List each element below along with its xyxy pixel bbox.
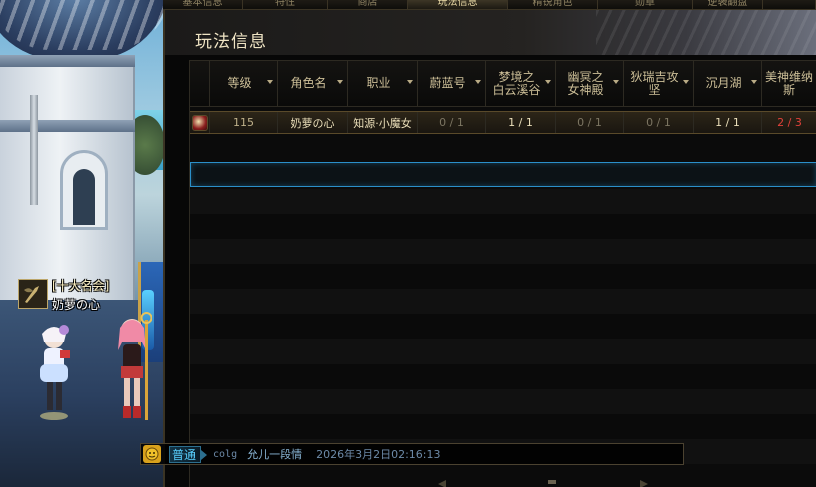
table-row-empty[interactable]	[190, 414, 816, 439]
tab-traits[interactable]: 特性	[243, 0, 328, 10]
table-row-selected[interactable]	[190, 162, 816, 187]
table-row-empty[interactable]	[190, 264, 816, 289]
tab-elite-character[interactable]: 精锐角色	[508, 0, 598, 10]
col-name[interactable]: 角色名	[278, 61, 348, 107]
col-venus[interactable]: 美神维纳 斯	[762, 61, 816, 107]
scene-dome-stripes	[0, 0, 170, 50]
next-page-icon[interactable]	[640, 480, 648, 487]
panel-title: 玩法信息	[195, 32, 267, 52]
col-dreamland[interactable]: 梦境之 白云溪谷	[486, 61, 556, 107]
chat-channel-tag[interactable]: 普通	[169, 445, 208, 463]
npc-character-sprite[interactable]	[112, 310, 152, 422]
player-name[interactable]: 奶萝の心	[52, 296, 100, 313]
guild-name: [十大名会]	[52, 279, 110, 293]
col-icon	[190, 61, 210, 107]
top-tab-bar: 基本信息 特性 商店 玩法信息 精锐角色 勋章 逆袭翻盘	[163, 0, 816, 10]
game-scene[interactable]: [十大名会] 奶萝の心	[0, 0, 170, 487]
sort-arrow-icon	[751, 80, 757, 84]
sort-arrow-icon	[545, 80, 551, 84]
table-row[interactable]: 115 奶萝の心 知源·小魔女 0 / 1 1 / 1 0 / 1 0 / 1 …	[190, 111, 816, 134]
sort-arrow-icon	[683, 80, 689, 84]
tab-comeback[interactable]: 逆袭翻盘	[693, 0, 763, 10]
cell-name: 奶萝の心	[278, 112, 348, 133]
cell-venus: 2 / 3	[777, 116, 802, 129]
chat-username[interactable]: colg	[213, 449, 237, 460]
col-dirige[interactable]: 狄瑞吉攻 坚	[624, 61, 694, 107]
prev-page-icon[interactable]	[438, 480, 446, 487]
sort-arrow-icon	[267, 80, 273, 84]
panel-header: 玩法信息	[165, 10, 816, 55]
tower-band-middle	[0, 120, 135, 132]
sort-arrow-icon	[407, 80, 413, 84]
table-row-empty[interactable]	[190, 314, 816, 339]
cell-job: 知源·小魔女	[348, 112, 418, 133]
tab-filler	[763, 0, 816, 10]
player-character-sprite[interactable]	[36, 320, 72, 420]
table-row-empty[interactable]	[190, 189, 816, 214]
tab-gameplay-info[interactable]: 玩法信息	[408, 0, 508, 10]
col-level[interactable]: 等级	[210, 61, 278, 107]
col-goddess-temple[interactable]: 幽冥之 女神殿	[556, 61, 624, 107]
cell-dreamland: 1 / 1	[486, 112, 556, 133]
table-row-empty[interactable]	[190, 289, 816, 314]
page-up-icon[interactable]	[548, 480, 556, 484]
col-job[interactable]: 职业	[348, 61, 418, 107]
chat-message-bar[interactable]: 普通 colg 允儿一段情 2026年3月2日02:16:13	[140, 443, 684, 465]
tower-pipe	[30, 95, 38, 205]
tower-window	[60, 150, 108, 230]
table-row-empty[interactable]	[190, 239, 816, 264]
cell-level: 115	[210, 112, 278, 133]
pagination-arrows	[430, 480, 670, 487]
cell-moon-lake: 1 / 1	[694, 112, 762, 133]
table-row-empty[interactable]	[190, 214, 816, 239]
col-azure[interactable]: 蔚蓝号	[418, 61, 486, 107]
cell-dirige: 0 / 1	[624, 112, 694, 133]
table-header: 等级 角色名 职业 蔚蓝号 梦境之 白云溪谷 幽冥之 女神殿 狄瑞吉攻 坚 沉月…	[190, 61, 816, 107]
cell-goddess-temple: 0 / 1	[556, 112, 624, 133]
tower-band-top	[0, 55, 135, 67]
chat-message-text: 允儿一段情	[247, 448, 303, 461]
character-portrait-icon	[191, 114, 208, 131]
tab-shop[interactable]: 商店	[328, 0, 408, 10]
table-row-empty[interactable]	[190, 364, 816, 389]
sort-arrow-icon	[613, 80, 619, 84]
sort-arrow-icon	[337, 80, 343, 84]
gameplay-table: 等级 角色名 职业 蔚蓝号 梦境之 白云溪谷 幽冥之 女神殿 狄瑞吉攻 坚 沉月…	[189, 60, 816, 487]
gameplay-info-panel: 玩法信息 等级 角色名 职业 蔚蓝号 梦境之 白云溪谷 幽冥之 女神殿 狄瑞吉攻…	[163, 10, 816, 487]
table-row-empty[interactable]	[190, 389, 816, 414]
tab-medals[interactable]: 勋章	[598, 0, 693, 10]
col-moon-lake[interactable]: 沉月湖	[694, 61, 762, 107]
chat-timestamp: 2026年3月2日02:16:13	[316, 448, 441, 461]
chat-emoji-icon[interactable]	[143, 445, 161, 463]
table-row-empty[interactable]	[190, 339, 816, 364]
cell-azure: 0 / 1	[418, 112, 486, 133]
guild-emblem-icon[interactable]	[18, 279, 48, 309]
sort-arrow-icon	[475, 80, 481, 84]
tab-basic-info[interactable]: 基本信息	[163, 0, 243, 10]
